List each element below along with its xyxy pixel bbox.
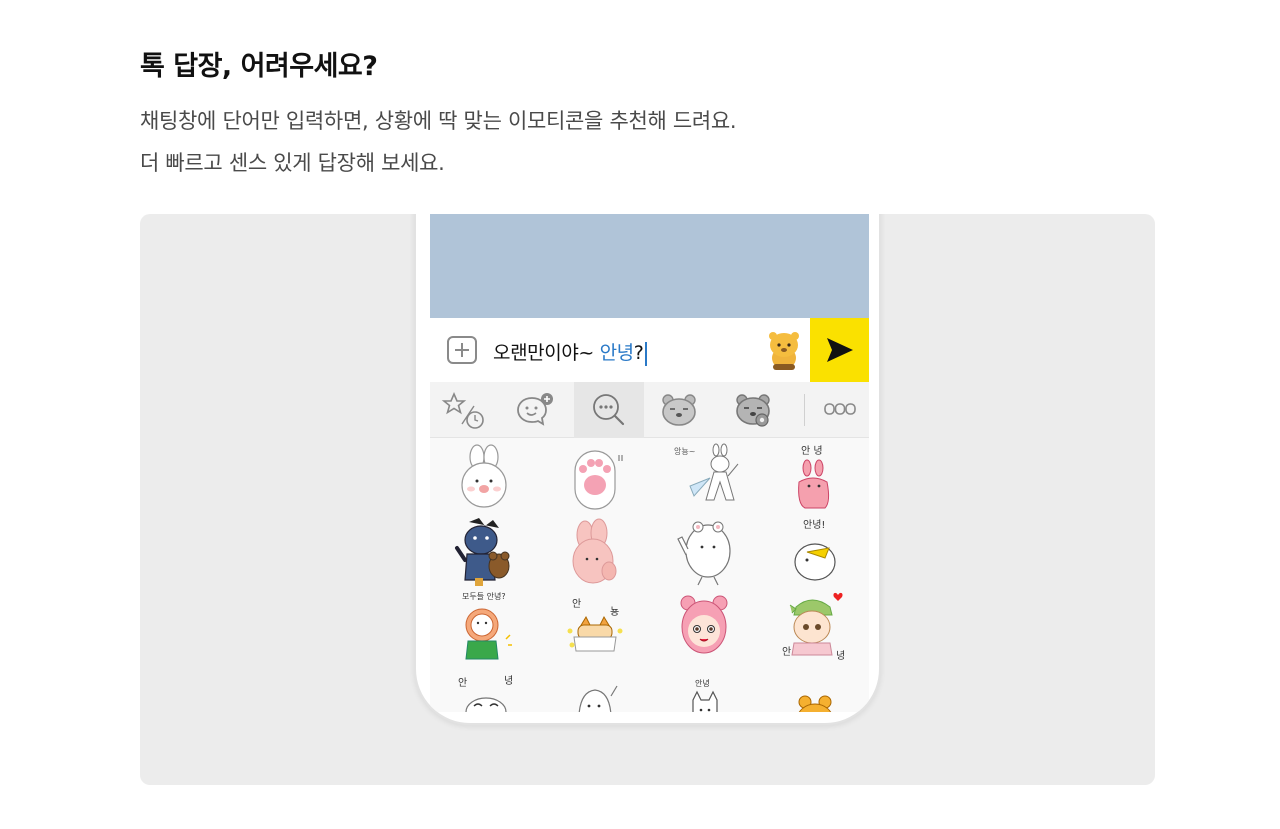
sticker-white-blob[interactable] (540, 664, 649, 712)
sticker-duck-hi[interactable]: 안녕! (760, 514, 869, 590)
add-attachment-button[interactable] (447, 336, 477, 364)
sticker-pink-bunny-hand[interactable] (540, 514, 649, 590)
sticker-paw[interactable] (540, 440, 649, 516)
emoticon-grid: 앙뇽~ 안 녕 안녕! 모두들 안녕? 안 뇽 안 녕 안 녕 안녕 (430, 438, 869, 712)
sticker-caption: 녕 (836, 650, 845, 662)
tab-emoticon-bear-gift[interactable] (718, 382, 788, 438)
message-input[interactable]: 오랜만이야~ 안녕? (493, 338, 648, 366)
sticker-pink-rabbit[interactable]: 안 녕 (760, 440, 869, 516)
sticker-caption: 뇽 (610, 606, 619, 618)
description-line-2: 더 빠르고 센스 있게 답장해 보세요. (140, 151, 445, 175)
sticker-caption: 안 (782, 646, 791, 658)
sticker-line-cat[interactable]: 안녕 (650, 664, 759, 712)
star-recent-icon (441, 391, 484, 429)
emoticon-tab-bar (430, 382, 869, 438)
sticker-ryan-neo[interactable] (430, 514, 539, 590)
sticker-bandana-girl[interactable]: 안 녕 (760, 588, 869, 664)
sticker-caption: 안 (572, 598, 581, 610)
section-title: 톡 답장, 어려우세요? (140, 51, 378, 82)
sticker-caption: 안 (458, 677, 467, 689)
description-line-1: 채팅창에 단어만 입력하면, 상황에 딱 맞는 이모티콘을 추천해 드려요. (140, 109, 737, 133)
sticker-dancing-rabbit[interactable]: 앙뇽~ (650, 440, 759, 516)
search-bubble-icon (593, 394, 625, 426)
message-input-bar: 오랜만이야~ 안녕? (430, 318, 869, 382)
send-button[interactable] (810, 318, 869, 382)
sticker-flower-bear[interactable]: 모두들 안녕? (430, 588, 539, 664)
sticker-white-rabbit[interactable] (430, 440, 539, 516)
sticker-caption: 안녕 (695, 678, 710, 688)
input-text-suffix: ? (633, 342, 644, 364)
tab-recent[interactable] (430, 382, 500, 438)
sticker-caption: 앙뇽~ (674, 446, 695, 456)
bear-camera-icon (736, 394, 770, 427)
input-text-keyword: 안녕 (599, 342, 635, 364)
sticker-yellow-chick[interactable] (760, 664, 869, 712)
sticker-caption: 안녕! (803, 519, 825, 531)
phone-screen: 오랜만이야~ 안녕? 앙뇽~ 안 녕 안녕! 모두들 안녕? 안 뇽 안 녕 안… (430, 214, 869, 712)
section-description: 채팅창에 단어만 입력하면, 상황에 딱 맞는 이모티콘을 추천해 드려요. 더… (140, 100, 737, 184)
tab-divider (804, 394, 805, 426)
sticker-caption: 모두들 안녕? (462, 591, 506, 601)
sticker-waving-bear[interactable] (650, 514, 759, 590)
sticker-pink-girl[interactable] (650, 588, 759, 664)
tab-more[interactable] (810, 382, 869, 438)
demo-stage: 오랜만이야~ 안녕? 앙뇽~ 안 녕 안녕! 모두들 안녕? 안 뇽 안 녕 안… (140, 214, 1155, 785)
chat-area (430, 214, 869, 318)
sticker-caption: 녕 (504, 675, 513, 687)
bear-face-icon (662, 394, 696, 426)
more-icon (823, 403, 856, 415)
phone-mockup: 오랜만이야~ 안녕? 앙뇽~ 안 녕 안녕! 모두들 안녕? 안 뇽 안 녕 안… (414, 214, 881, 725)
tab-emoticon-chat[interactable] (500, 382, 570, 438)
sticker-caption: 안 녕 (801, 445, 823, 457)
tab-emoticon-bear[interactable] (644, 382, 714, 438)
suggested-emoticon-icon[interactable] (764, 328, 804, 372)
text-caret (645, 341, 648, 366)
tab-emoticon-search[interactable] (574, 382, 644, 438)
send-arrow-icon (827, 338, 853, 362)
sticker-shiba-peek[interactable]: 안 뇽 (540, 588, 649, 664)
input-text-prefix: 오랜만이야~ (493, 342, 600, 364)
sticker-white-seal[interactable]: 안 녕 (430, 664, 539, 712)
chat-bubble-icon (517, 393, 553, 426)
